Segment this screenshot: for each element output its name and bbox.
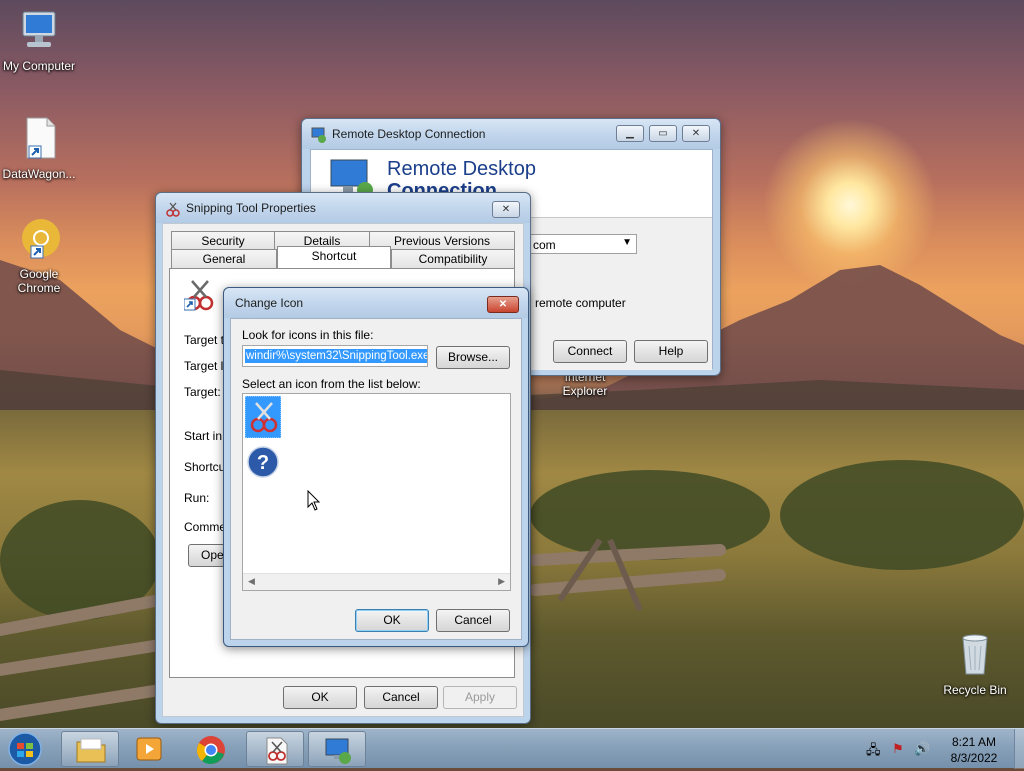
run-label: Run: <box>184 491 210 505</box>
desktop-icon-recycle-bin[interactable]: Recycle Bin <box>936 632 1014 697</box>
help-icon: ? <box>247 446 279 478</box>
taskbar-remote-desktop[interactable] <box>308 731 366 767</box>
desktop-icon-my-computer[interactable]: My Computer <box>0 8 78 73</box>
close-button[interactable]: ✕ <box>492 201 520 218</box>
cancel-button[interactable]: Cancel <box>436 609 510 632</box>
taskbar-media-player[interactable] <box>120 731 178 767</box>
ok-button[interactable]: OK <box>283 686 357 709</box>
svg-text:?: ? <box>257 452 269 474</box>
minimize-button[interactable]: ▁ <box>616 125 644 142</box>
target-label: Target: <box>184 385 221 399</box>
recycle-bin-icon <box>962 634 988 675</box>
network-icon[interactable]: 🖧 <box>866 741 881 763</box>
window-title: Change Icon <box>235 296 304 310</box>
connect-button[interactable]: Connect <box>553 340 627 363</box>
cancel-button[interactable]: Cancel <box>364 686 438 709</box>
select-icon-label: Select an icon from the list below: <box>242 377 421 391</box>
scroll-right-icon[interactable]: ▶ <box>498 576 505 587</box>
desktop-icon-label: My Computer <box>2 59 76 73</box>
action-center-flag-icon[interactable]: ⚑ <box>892 741 904 757</box>
shortcut-key-label: Shortcut <box>184 460 229 474</box>
browse-button[interactable]: Browse... <box>436 346 510 369</box>
start-button[interactable] <box>4 730 46 768</box>
folder-icon <box>76 738 106 763</box>
snipping-tool-icon <box>250 402 278 433</box>
banner-title: Remote Desktop <box>387 158 536 180</box>
chrome-icon <box>22 219 60 259</box>
clock-time[interactable]: 8:21 AM <box>946 735 1002 749</box>
help-button[interactable]: Help <box>634 340 708 363</box>
icon-file-value: windir%\system32\SnippingTool.exe <box>245 349 427 363</box>
remote-computer-text: remote computer <box>535 296 626 310</box>
scroll-left-icon[interactable]: ◀ <box>248 576 255 587</box>
computer-value: com <box>533 238 556 252</box>
start-in-label: Start in: <box>184 429 226 443</box>
chrome-icon <box>196 736 225 764</box>
close-button[interactable]: ✕ <box>682 125 710 142</box>
desktop-icon-google-chrome[interactable]: Google Chrome <box>0 216 78 295</box>
tab-shortcut[interactable]: Shortcut <box>277 246 391 268</box>
maximize-button[interactable]: ▭ <box>649 125 677 142</box>
change-icon-dialog[interactable]: Change Icon ✕ Look for icons in this fil… <box>223 287 529 647</box>
desktop-icon-datawagon[interactable]: DataWagon... <box>0 116 78 181</box>
taskbar-explorer[interactable] <box>61 731 119 767</box>
apply-button[interactable]: Apply <box>443 686 517 709</box>
tab-general[interactable]: General <box>171 249 277 268</box>
tab-security[interactable]: Security <box>171 231 275 250</box>
file-shortcut-icon <box>26 117 56 159</box>
desktop-icon-label: DataWagon... <box>2 167 76 181</box>
media-player-icon <box>136 737 162 761</box>
remote-desktop-icon <box>311 127 326 143</box>
snipping-properties-icon <box>266 737 288 765</box>
change-icon-client: Look for icons in this file: windir%\sys… <box>230 318 522 640</box>
taskbar-snipping-properties[interactable] <box>246 731 304 767</box>
tab-compatibility[interactable]: Compatibility <box>391 249 515 268</box>
desktop-icon-label: Recycle Bin <box>943 683 1007 697</box>
snipping-tool-icon <box>184 280 214 311</box>
computer-combobox[interactable]: com ▼ <box>529 234 637 254</box>
close-button[interactable]: ✕ <box>487 296 519 313</box>
desktop-icon-label: Google Chrome <box>17 267 61 295</box>
taskbar: 🖧 ⚑ 🔊 8:21 AM 8/3/2022 <box>0 728 1024 769</box>
taskbar-chrome[interactable] <box>182 731 240 767</box>
computer-icon <box>22 11 56 47</box>
window-title: Remote Desktop Connection <box>332 127 486 141</box>
show-desktop-button[interactable] <box>1014 729 1024 769</box>
volume-icon[interactable]: 🔊 <box>914 741 930 757</box>
clock-date[interactable]: 8/3/2022 <box>946 751 1002 765</box>
horizontal-scrollbar[interactable]: ◀ ▶ <box>243 573 510 590</box>
windows-orb-icon <box>8 732 42 766</box>
chevron-down-icon: ▼ <box>622 237 632 248</box>
icon-list-item[interactable]: ? <box>245 444 281 480</box>
window-title: Snipping Tool Properties <box>186 201 316 215</box>
snipping-tool-icon <box>166 202 180 217</box>
mouse-cursor-icon <box>307 490 321 511</box>
remote-desktop-icon <box>325 738 351 764</box>
ok-button[interactable]: OK <box>355 609 429 632</box>
icon-list-item-selected[interactable] <box>245 396 281 438</box>
icon-list[interactable]: ? ◀ ▶ <box>242 393 511 591</box>
icon-file-input[interactable]: windir%\system32\SnippingTool.exe <box>242 345 428 367</box>
look-for-icons-label: Look for icons in this file: <box>242 328 374 342</box>
